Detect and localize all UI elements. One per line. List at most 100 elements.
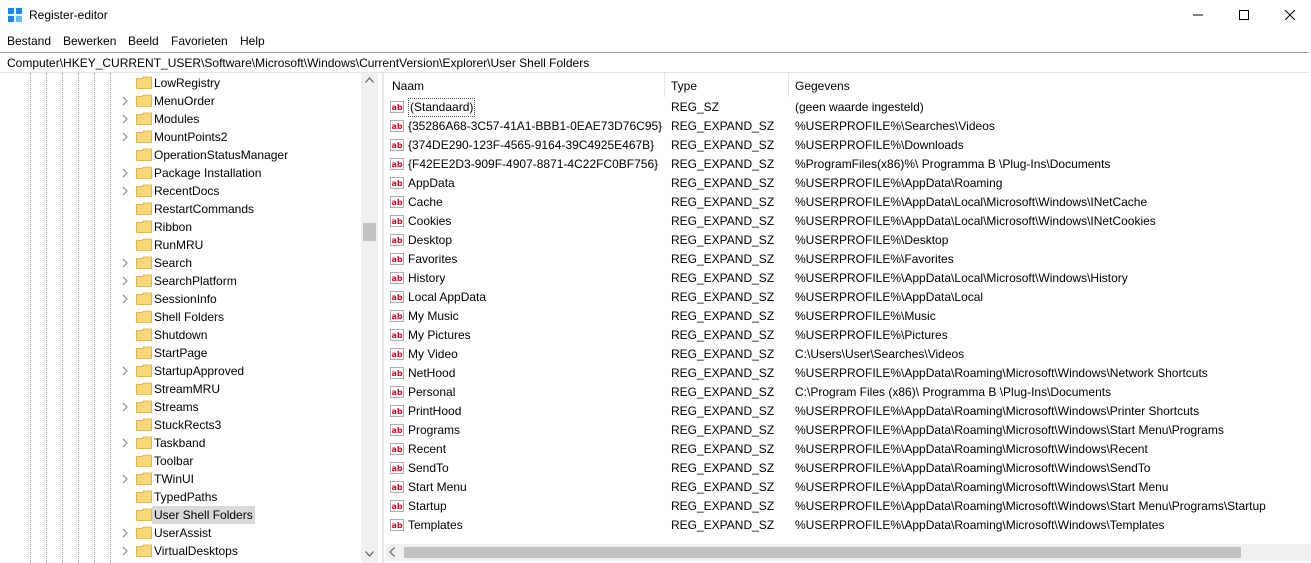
tree-vertical-scrollbar[interactable]	[361, 73, 378, 563]
value-row[interactable]: ab {374DE290-123F-4565-9164-39C4925E467B}…	[386, 136, 1311, 155]
tree-item[interactable]: StartPage	[120, 344, 360, 362]
tree-item[interactable]: MountPoints2	[120, 128, 360, 146]
column-header-data[interactable]: Gegevens	[789, 73, 1311, 97]
tree-guide-line	[62, 73, 63, 563]
value-row[interactable]: ab Programs REG_EXPAND_SZ %USERPROFILE%\App…	[386, 421, 1311, 440]
chevron-right-icon[interactable]	[120, 292, 130, 306]
tree-item[interactable]: TWinUI	[120, 470, 360, 488]
values-horizontal-scrollbar[interactable]	[386, 544, 1311, 561]
address-bar[interactable]: Computer\HKEY_CURRENT_USER\Software\Micr…	[0, 52, 1309, 73]
tree-item[interactable]: UserAssist	[120, 524, 360, 542]
menu-bewerken[interactable]: Bewerken	[63, 34, 116, 48]
value-row[interactable]: ab Startup REG_EXPAND_SZ %USERPROFILE%\AppD…	[386, 497, 1311, 516]
tree-scroll-thumb[interactable]	[363, 223, 376, 241]
chevron-right-icon[interactable]	[120, 544, 130, 558]
value-row[interactable]: ab Recent REG_EXPAND_SZ %USERPROFILE%\AppDa…	[386, 440, 1311, 459]
value-row[interactable]: ab My Pictures REG_EXPAND_SZ %USERPROFILE%\…	[386, 326, 1311, 345]
value-type: REG_EXPAND_SZ	[671, 271, 775, 285]
value-row[interactable]: ab AppData REG_EXPAND_SZ %USERPROFILE%\AppD…	[386, 174, 1311, 193]
tree-item[interactable]: Modules	[120, 110, 360, 128]
scroll-down-icon[interactable]	[365, 551, 374, 557]
tree-item[interactable]: SessionInfo	[120, 290, 360, 308]
value-row[interactable]: ab Cache REG_EXPAND_SZ %USERPROFILE%\AppDat…	[386, 193, 1311, 212]
chevron-right-icon[interactable]	[120, 472, 130, 486]
value-row[interactable]: ab {F42EE2D3-909F-4907-8871-4C22FC0BF756}…	[386, 155, 1311, 174]
address-path[interactable]: Computer\HKEY_CURRENT_USER\Software\Micr…	[7, 56, 589, 70]
value-row[interactable]: ab Cookies REG_EXPAND_SZ %USERPROFILE%\AppD…	[386, 212, 1311, 231]
tree-item[interactable]: Toolbar	[120, 452, 360, 470]
value-row[interactable]: ab {35286A68-3C57-41A1-BBB1-0EAE73D76C95}…	[386, 117, 1311, 136]
scroll-up-icon[interactable]	[365, 77, 374, 83]
tree-item[interactable]: StuckRects3	[120, 416, 360, 434]
value-data: %ProgramFiles(x86)%\ Programma B \Plug-I…	[795, 157, 1111, 171]
values-list[interactable]: Naam Type Gegevens ab (Standaard) REG_SZ (g…	[386, 73, 1311, 563]
minimize-button[interactable]	[1175, 0, 1221, 30]
tree-item[interactable]: RestartCommands	[120, 200, 360, 218]
tree-item[interactable]: MenuOrder	[120, 92, 360, 110]
folder-icon	[136, 508, 152, 521]
value-row[interactable]: ab PrintHood REG_EXPAND_SZ %USERPROFILE%\Ap…	[386, 402, 1311, 421]
value-row[interactable]: ab NetHood REG_EXPAND_SZ %USERPROFILE%\AppD…	[386, 364, 1311, 383]
value-data: %USERPROFILE%\AppData\Local\Microsoft\Wi…	[795, 271, 1128, 285]
column-header-name[interactable]: Naam	[386, 73, 665, 97]
value-row[interactable]: ab SendTo REG_EXPAND_SZ %USERPROFILE%\AppDa…	[386, 459, 1311, 478]
tree-item[interactable]: TypedPaths	[120, 488, 360, 506]
chevron-right-icon[interactable]	[120, 94, 130, 108]
value-row[interactable]: ab (Standaard) REG_SZ (geen waarde ingestel…	[386, 98, 1311, 117]
tree-item[interactable]: Ribbon	[120, 218, 360, 236]
tree-item[interactable]: StreamMRU	[120, 380, 360, 398]
chevron-right-icon[interactable]	[120, 436, 130, 450]
value-type: REG_EXPAND_SZ	[671, 442, 775, 456]
tree-item[interactable]: Taskband	[120, 434, 360, 452]
value-row[interactable]: ab Start Menu REG_EXPAND_SZ %USERPROFILE%\A…	[386, 478, 1311, 497]
value-row[interactable]: ab History REG_EXPAND_SZ %USERPROFILE%\AppD…	[386, 269, 1311, 288]
chevron-right-icon[interactable]	[120, 256, 130, 270]
chevron-right-icon[interactable]	[120, 400, 130, 414]
chevron-right-icon[interactable]	[120, 184, 130, 198]
chevron-right-icon[interactable]	[120, 166, 130, 180]
menu-favorieten[interactable]: Favorieten	[171, 34, 228, 48]
scroll-left-icon[interactable]	[389, 547, 395, 557]
tree-item[interactable]: RunMRU	[120, 236, 360, 254]
value-row[interactable]: ab Personal REG_EXPAND_SZ C:\Program Files …	[386, 383, 1311, 402]
close-button[interactable]	[1267, 0, 1311, 30]
tree-item[interactable]: SearchPlatform	[120, 272, 360, 290]
maximize-button[interactable]	[1221, 0, 1267, 30]
column-header-type[interactable]: Type	[665, 73, 789, 97]
value-type: REG_EXPAND_SZ	[671, 290, 775, 304]
tree-item[interactable]: Shell Folders	[120, 308, 360, 326]
value-row[interactable]: ab Local AppData REG_EXPAND_SZ %USERPROFILE…	[386, 288, 1311, 307]
tree-item[interactable]: LowRegistry	[120, 74, 360, 92]
tree-item[interactable]: User Shell Folders	[120, 506, 360, 524]
values-scroll-thumb[interactable]	[404, 547, 1241, 558]
tree-item-label: TWinUI	[154, 472, 194, 486]
tree-item[interactable]: Streams	[120, 398, 360, 416]
folder-icon	[136, 238, 152, 251]
chevron-right-icon[interactable]	[120, 112, 130, 126]
menu-bestand[interactable]: Bestand	[7, 34, 51, 48]
key-tree[interactable]: LowRegistry MenuOrder Modules MountPoints2 O…	[0, 73, 380, 563]
tree-item[interactable]: StartupApproved	[120, 362, 360, 380]
value-type: REG_EXPAND_SZ	[671, 138, 775, 152]
chevron-right-icon[interactable]	[120, 274, 130, 288]
tree-item[interactable]: Package Installation	[120, 164, 360, 182]
value-row[interactable]: ab Templates REG_EXPAND_SZ %USERPROFILE%\Ap…	[386, 516, 1311, 535]
chevron-right-icon[interactable]	[120, 526, 130, 540]
tree-item[interactable]: Search	[120, 254, 360, 272]
value-row[interactable]: ab My Music REG_EXPAND_SZ %USERPROFILE%\Mus…	[386, 307, 1311, 326]
tree-item[interactable]: Shutdown	[120, 326, 360, 344]
value-row[interactable]: ab Desktop REG_EXPAND_SZ %USERPROFILE%\Desk…	[386, 231, 1311, 250]
tree-item[interactable]: VirtualDesktops	[120, 542, 360, 560]
chevron-right-icon[interactable]	[120, 364, 130, 378]
value-row[interactable]: ab My Video REG_EXPAND_SZ C:\Users\User\Sea…	[386, 345, 1311, 364]
menu-beeld[interactable]: Beeld	[128, 34, 159, 48]
tree-item-label: Ribbon	[154, 220, 193, 234]
chevron-right-icon[interactable]	[120, 130, 130, 144]
tree-item[interactable]: RecentDocs	[120, 182, 360, 200]
value-row[interactable]: ab Favorites REG_EXPAND_SZ %USERPROFILE%\Fa…	[386, 250, 1311, 269]
tree-item-label: UserAssist	[154, 526, 212, 540]
pane-splitter[interactable]	[382, 73, 384, 563]
menu-help[interactable]: Help	[240, 34, 265, 48]
tree-item[interactable]: OperationStatusManager	[120, 146, 360, 164]
tree-guide-line	[30, 73, 31, 563]
